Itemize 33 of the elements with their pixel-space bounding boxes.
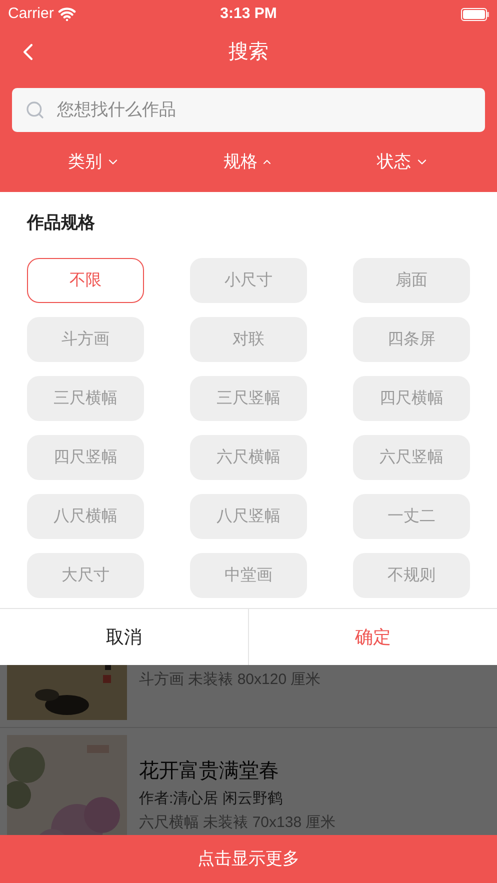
size-option-chip[interactable]: 三尺竖幅 <box>190 376 307 421</box>
size-option-chip[interactable]: 斗方画 <box>27 317 144 362</box>
size-option-chip[interactable]: 不限 <box>27 258 144 303</box>
size-option-chip[interactable]: 六尺竖幅 <box>353 435 470 480</box>
carrier-label: Carrier <box>8 4 54 24</box>
page-title: 搜索 <box>228 40 268 64</box>
size-option-chip[interactable]: 三尺横幅 <box>27 376 144 421</box>
size-option-chip[interactable]: 大尺寸 <box>27 553 144 598</box>
wifi-icon <box>58 5 76 23</box>
status-time: 3:13 PM <box>220 4 277 24</box>
size-option-chip[interactable]: 八尺横幅 <box>27 494 144 539</box>
size-option-chip[interactable]: 对联 <box>190 317 307 362</box>
battery-icon <box>461 8 489 20</box>
show-more-button[interactable]: 点击显示更多 <box>0 835 497 883</box>
size-option-chip[interactable]: 八尺竖幅 <box>190 494 307 539</box>
size-option-chip[interactable]: 扇面 <box>353 258 470 303</box>
panel-heading: 作品规格 <box>27 212 96 234</box>
size-option-chip[interactable]: 六尺横幅 <box>190 435 307 480</box>
confirm-button[interactable]: 确定 <box>249 609 497 665</box>
search-icon <box>25 100 45 120</box>
filter-tab[interactable]: 状态 <box>377 149 430 175</box>
size-option-chip[interactable]: 四尺竖幅 <box>27 435 144 480</box>
filter-tab[interactable]: 类别 <box>68 149 120 175</box>
size-option-chip[interactable]: 小尺寸 <box>190 258 307 303</box>
size-option-chip[interactable]: 一丈二 <box>353 494 470 539</box>
size-option-chip[interactable]: 四条屏 <box>353 317 470 362</box>
search-field[interactable]: 您想找什么作品 <box>12 88 485 132</box>
artwork-author: 作者:清心居 闲云野鹤 <box>139 788 284 808</box>
filter-tab[interactable]: 规格 <box>223 149 274 175</box>
size-option-chip[interactable]: 不规则 <box>353 553 470 598</box>
size-option-chip[interactable]: 中堂画 <box>190 553 307 598</box>
artwork-title: 花开富贵满堂春 <box>139 758 280 784</box>
size-option-chip[interactable]: 四尺横幅 <box>353 376 470 421</box>
